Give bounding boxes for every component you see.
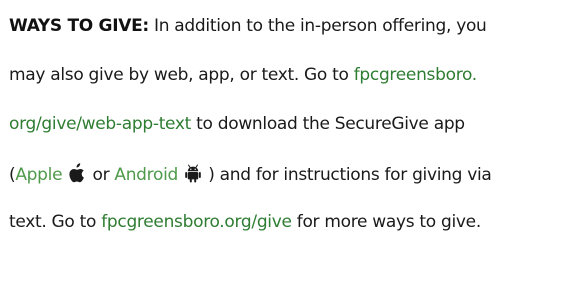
apple-link[interactable]: Apple xyxy=(15,165,62,185)
ways-to-give-heading: WAYS TO GIVE: xyxy=(9,16,149,36)
or-text: or xyxy=(92,165,115,185)
paragraph-line-2: may also give by web, app, or text. Go t… xyxy=(9,65,477,85)
paragraph-line-1: WAYS TO GIVE: In addition to the in-pers… xyxy=(9,16,487,36)
give-link[interactable]: fpcgreensboro.org/give xyxy=(101,212,292,232)
intro-text: In addition to the in-person offering, y… xyxy=(148,16,487,36)
android-link[interactable]: Android xyxy=(114,165,178,185)
paragraph-line-3: org/give/web-app-text to download the Se… xyxy=(9,114,465,134)
web-app-text-intro: may also give by web, app, or text. Go t… xyxy=(9,65,354,85)
download-app-text: to download the SecureGive app xyxy=(191,114,465,134)
paragraph-line-4: (Apple or Android ) and for instructions… xyxy=(9,163,492,188)
paragraph-line-5: text. Go to fpcgreensboro.org/give for m… xyxy=(9,212,481,232)
more-ways-text: for more ways to give. xyxy=(291,212,481,232)
web-app-text-link-part2[interactable]: org/give/web-app-text xyxy=(9,114,191,134)
web-app-text-link-part1[interactable]: fpcgreensboro. xyxy=(354,65,478,85)
apple-icon xyxy=(69,163,85,188)
android-icon xyxy=(185,163,201,188)
text-goto: text. Go to xyxy=(9,212,102,232)
instructions-text: ) and for instructions for giving via xyxy=(203,165,492,185)
